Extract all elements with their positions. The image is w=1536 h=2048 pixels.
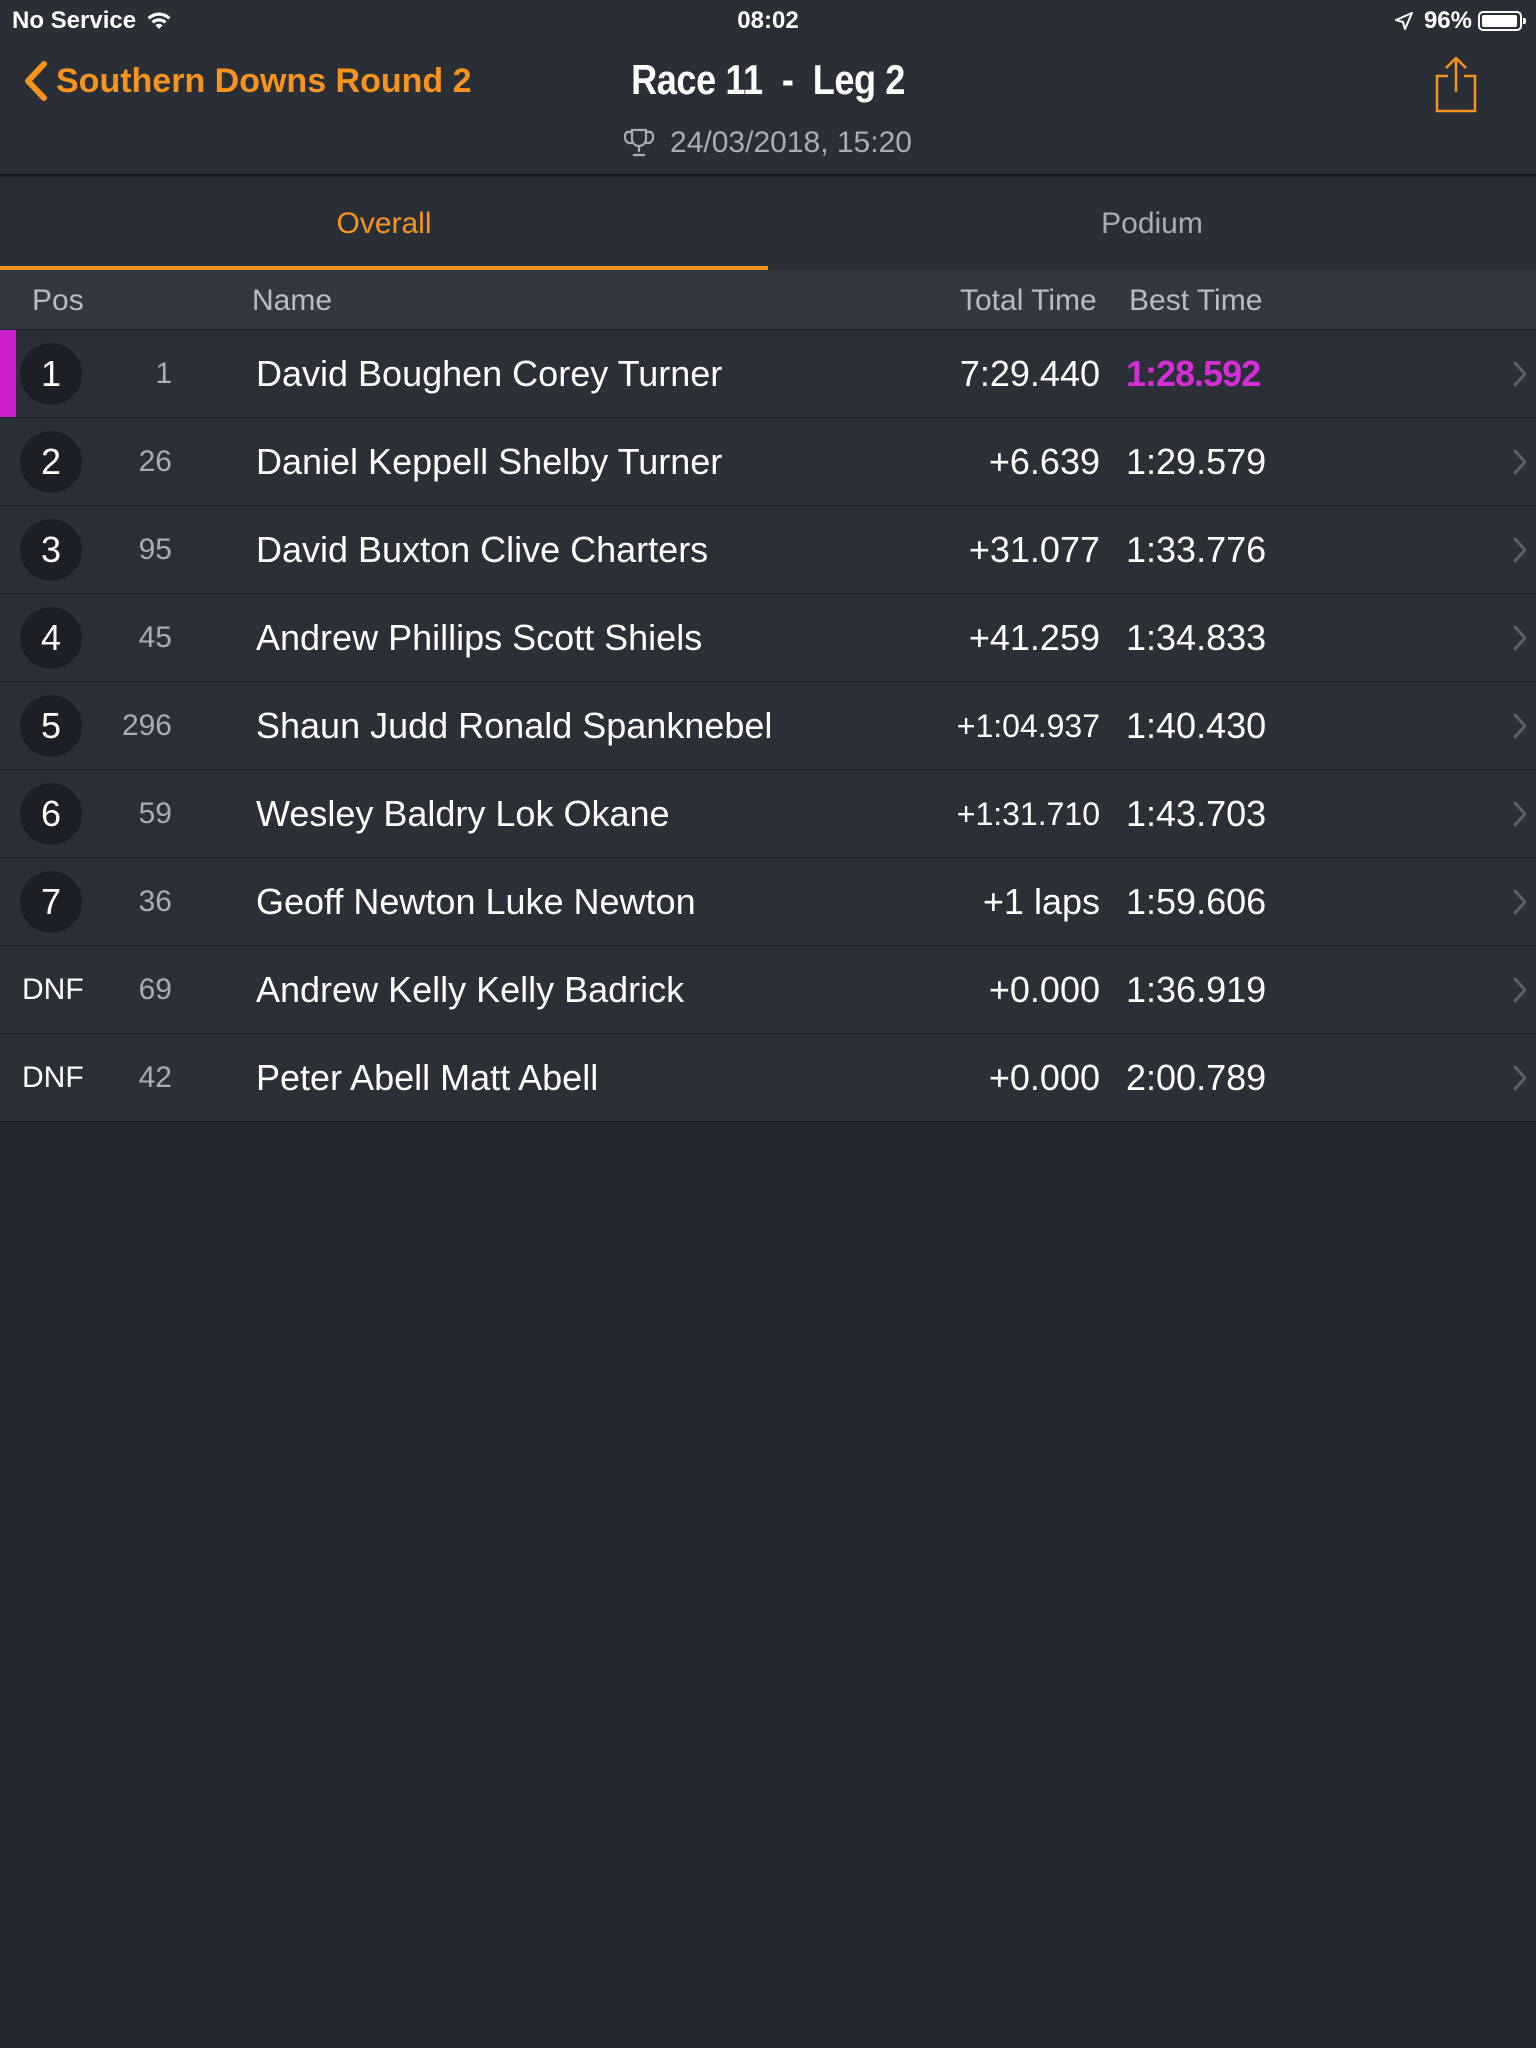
tab-bar: Overall Podium	[0, 178, 1536, 270]
total-time: +1:31.710	[956, 796, 1100, 832]
chevron-right-icon	[1512, 624, 1528, 657]
total-time: +1 laps	[982, 881, 1100, 922]
race-date: 24/03/2018, 15:20	[0, 126, 1536, 160]
chevron-right-icon	[1512, 712, 1528, 745]
car-number: 45	[138, 621, 172, 654]
result-row[interactable]: 4 45 Andrew Phillips Scott Shiels +41.25…	[0, 594, 1536, 682]
total-time: +0.000	[988, 969, 1100, 1010]
column-header-total-time: Total Time	[960, 284, 1097, 317]
driver-names: Daniel Keppell Shelby Turner	[256, 441, 723, 482]
result-row[interactable]: 3 95 David Buxton Clive Charters +31.077…	[0, 506, 1536, 594]
result-row[interactable]: 2 26 Daniel Keppell Shelby Turner +6.639…	[0, 418, 1536, 506]
location-arrow-icon	[1394, 11, 1414, 31]
position-label: DNF	[22, 973, 84, 1006]
driver-names: David Buxton Clive Charters	[256, 529, 709, 570]
best-time: 1:59.606	[1126, 881, 1267, 922]
car-number: 42	[138, 1061, 172, 1094]
car-number: 1	[155, 357, 172, 390]
result-row[interactable]: 7 36 Geoff Newton Luke Newton +1 laps 1:…	[0, 858, 1536, 946]
total-time: +31.077	[968, 529, 1100, 570]
best-time: 1:29.579	[1126, 441, 1267, 482]
chevron-right-icon	[1512, 1064, 1528, 1097]
driver-names: Andrew Phillips Scott Shiels	[256, 617, 703, 658]
result-row[interactable]: DNF 42 Peter Abell Matt Abell +0.000 2:0…	[0, 1034, 1536, 1122]
status-right: 96%	[1394, 7, 1526, 35]
car-number: 59	[138, 797, 172, 830]
total-time: +0.000	[988, 1057, 1100, 1098]
best-time: 1:36.919	[1126, 969, 1267, 1010]
column-header-name: Name	[252, 284, 333, 317]
best-time: 2:00.789	[1126, 1057, 1267, 1098]
car-number: 95	[138, 533, 172, 566]
chevron-right-icon	[1512, 536, 1528, 569]
chevron-right-icon	[1512, 360, 1528, 393]
position-badge: 5	[20, 695, 82, 757]
car-number: 36	[138, 885, 172, 918]
tab-podium[interactable]: Podium	[768, 178, 1536, 270]
driver-names: David Boughen Corey Turner	[256, 353, 723, 394]
best-time: 1:40.430	[1126, 705, 1267, 746]
position-badge: 2	[20, 431, 82, 493]
battery-percent: 96%	[1423, 7, 1472, 34]
result-row[interactable]: 5 296 Shaun Judd Ronald Spanknebel +1:04…	[0, 682, 1536, 770]
best-time: 1:33.776	[1126, 529, 1267, 570]
chevron-right-icon	[1512, 888, 1528, 921]
best-time: 1:34.833	[1126, 617, 1267, 658]
position-badge: 3	[20, 519, 82, 581]
chevron-right-icon	[1512, 448, 1528, 481]
driver-names: Shaun Judd Ronald Spanknebel	[256, 705, 773, 746]
trophy-icon	[624, 127, 670, 159]
chevron-right-icon	[1512, 976, 1528, 1009]
driver-names: Wesley Baldry Lok Okane	[256, 793, 670, 834]
best-time-fastest: 1:28.592	[1126, 353, 1261, 394]
result-row[interactable]: 1 1 David Boughen Corey Turner 7:29.440 …	[0, 330, 1536, 418]
battery-icon	[1478, 11, 1526, 31]
car-number: 69	[138, 973, 172, 1006]
status-time: 08:02	[737, 7, 799, 34]
status-bar: No Service 08:02 96%	[0, 0, 1536, 40]
driver-names: Peter Abell Matt Abell	[256, 1057, 599, 1098]
leader-highlight-bar	[0, 330, 16, 417]
total-time: +6.639	[988, 441, 1100, 482]
position-label: DNF	[22, 1061, 84, 1094]
position-badge: 4	[20, 607, 82, 669]
battery-tip	[1523, 18, 1526, 24]
result-row[interactable]: DNF 69 Andrew Kelly Kelly Badrick +0.000…	[0, 946, 1536, 1034]
results-table-header: Pos Name Total Time Best Time	[0, 270, 1536, 330]
total-time: +1:04.937	[956, 708, 1100, 744]
chevron-right-icon	[1512, 800, 1528, 833]
car-number: 296	[121, 709, 172, 742]
result-row[interactable]: 6 59 Wesley Baldry Lok Okane +1:31.710 1…	[0, 770, 1536, 858]
navigation-bar: Southern Downs Round 2 Race 11 - Leg 2 2…	[0, 40, 1536, 176]
total-time: 7:29.440	[959, 353, 1100, 394]
best-time: 1:43.703	[1126, 793, 1267, 834]
position-badge: 6	[20, 783, 82, 845]
driver-names: Geoff Newton Luke Newton	[256, 881, 696, 922]
share-button[interactable]	[1434, 56, 1478, 119]
page-title: Race 11 - Leg 2	[631, 56, 905, 103]
results-list: 1 1 David Boughen Corey Turner 7:29.440 …	[0, 330, 1536, 1122]
car-number: 26	[138, 445, 172, 478]
battery-level	[1482, 15, 1517, 27]
chevron-left-icon	[22, 60, 56, 102]
share-icon	[1434, 56, 1478, 114]
tab-overall[interactable]: Overall	[0, 178, 768, 270]
driver-names: Andrew Kelly Kelly Badrick	[256, 969, 685, 1010]
column-header-pos: Pos	[32, 284, 84, 317]
race-date-text: 24/03/2018, 15:20	[670, 126, 912, 159]
position-badge: 1	[20, 343, 82, 405]
column-header-best-time: Best Time	[1129, 284, 1263, 317]
total-time: +41.259	[968, 617, 1100, 658]
position-badge: 7	[20, 871, 82, 933]
